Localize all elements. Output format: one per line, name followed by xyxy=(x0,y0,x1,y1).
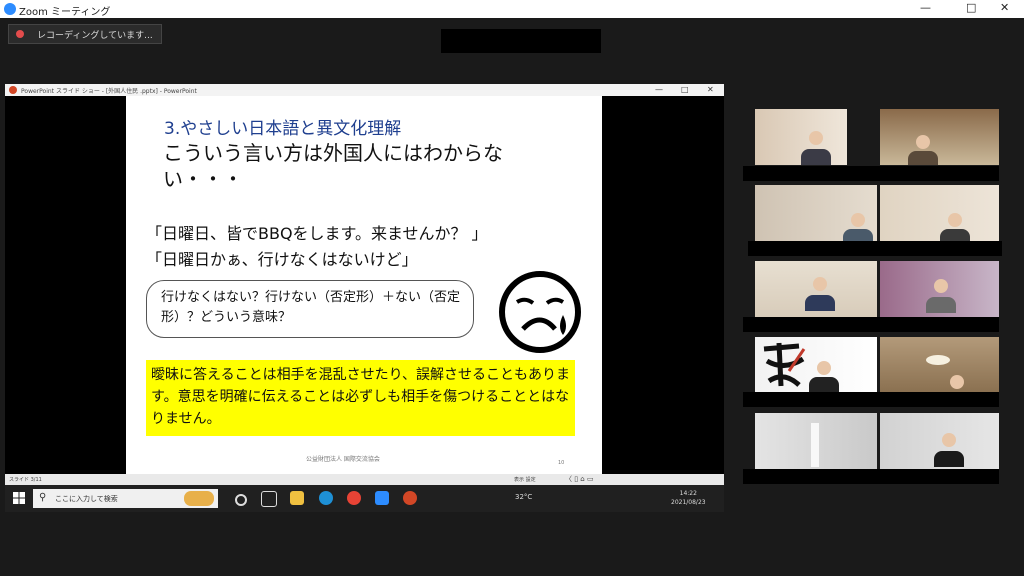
slide-page-number: 10 xyxy=(558,460,565,466)
zoom-logo-icon xyxy=(4,3,16,15)
windows-start-icon[interactable] xyxy=(13,492,25,504)
windows-taskbar: ⚲ ここに入力して検索 32°C 14:22 2021/08/23 xyxy=(5,485,724,512)
slide-heading: 3.やさしい日本語と異文化理解 xyxy=(164,119,402,139)
slide-counter: スライド 3/11 xyxy=(9,477,42,483)
search-icon: ⚲ xyxy=(39,492,47,503)
minimize-button[interactable]: — xyxy=(920,1,931,14)
weather-indicator[interactable]: 32°C xyxy=(515,493,532,501)
participant-tile[interactable] xyxy=(880,413,999,469)
bubble-text: 行けなくはない？行けない（否定形）＋ない（否定形）？どういう意味？ xyxy=(161,290,461,325)
slide-footnote: 公益財団法人 国際交流協会 xyxy=(306,456,380,463)
powerpoint-icon xyxy=(9,86,17,94)
quote-reply: 「日曜日かぁ、行けなくはないけど」 xyxy=(146,250,418,269)
slideshow-controls[interactable]: 〈 ▯ ⌂ ▭ xyxy=(565,474,594,484)
participant-tile[interactable] xyxy=(755,261,877,317)
record-icon xyxy=(16,30,24,38)
participant-tile[interactable] xyxy=(880,109,999,165)
calligraphy-background-icon xyxy=(763,342,806,387)
highlight-text: 曖昧に答えることは相手を混乱させたり、誤解させることもあります。意思を明確に伝え… xyxy=(151,367,571,427)
participant-tile[interactable] xyxy=(880,185,999,241)
shared-screen: PowerPoint スライド ショー - [外国人住民 .pptx] - Po… xyxy=(5,84,724,512)
zoom-app-icon[interactable] xyxy=(375,491,389,505)
recording-indicator[interactable]: レコーディングしています... xyxy=(8,24,162,44)
search-placeholder: ここに入力して検索 xyxy=(55,495,118,503)
participant-tile[interactable] xyxy=(755,185,877,241)
recording-label: レコーディングしています... xyxy=(37,31,153,41)
powerpoint-statusbar: スライド 3/11 表示 設定 〈 ▯ ⌂ ▭ xyxy=(5,474,724,485)
participant-tile[interactable] xyxy=(755,337,877,393)
redacted-name-bar xyxy=(743,469,999,484)
file-explorer-icon[interactable] xyxy=(290,491,304,505)
slide: 3.やさしい日本語と異文化理解 こういう言い方は外国人にはわからない・・・ 「日… xyxy=(126,96,602,474)
quote-invitation: 「日曜日、皆でBBQをします。来ませんか？ 」 xyxy=(146,224,488,243)
clock-date: 2021/08/23 xyxy=(671,499,706,506)
participant-tile[interactable] xyxy=(880,261,999,317)
taskbar-clock[interactable]: 14:22 2021/08/23 xyxy=(671,489,706,507)
taskbar-search-box[interactable]: ⚲ ここに入力して検索 xyxy=(33,489,218,508)
slide-subheading: こういう言い方は外国人にはわからない・・・ xyxy=(163,141,503,191)
clock-time: 14:22 xyxy=(679,490,697,497)
window-title: Zoom ミーティング xyxy=(19,7,111,18)
close-button[interactable]: ✕ xyxy=(1000,1,1009,14)
task-view-icon[interactable] xyxy=(261,491,277,507)
participant-tile[interactable] xyxy=(755,109,847,165)
zoom-titlebar: Zoom ミーティング — □ ✕ xyxy=(0,0,1024,18)
redacted-name-bar xyxy=(748,241,1002,256)
pp-maximize-button[interactable]: □ xyxy=(681,85,689,94)
redacted-speaker-name xyxy=(441,29,601,53)
maximize-button[interactable]: □ xyxy=(966,1,976,14)
participant-tile[interactable] xyxy=(880,337,999,393)
powerpoint-app-icon[interactable] xyxy=(403,491,417,505)
pp-minimize-button[interactable]: — xyxy=(655,85,663,94)
display-settings-button[interactable]: 表示 設定 xyxy=(514,476,536,483)
redacted-name-bar xyxy=(743,392,999,407)
redacted-name-bar xyxy=(743,317,999,332)
speech-bubble: 行けなくはない？行けない（否定形）＋ない（否定形）？どういう意味？ xyxy=(146,280,474,338)
confused-face-icon xyxy=(499,271,581,353)
search-highlight-icon xyxy=(184,491,214,506)
highlight-box: 曖昧に答えることは相手を混乱させたり、誤解させることもあります。意思を明確に伝え… xyxy=(146,360,575,436)
redacted-name-bar xyxy=(743,166,999,181)
participant-tile[interactable] xyxy=(755,413,877,469)
powerpoint-title: PowerPoint スライド ショー - [外国人住民 .pptx] - Po… xyxy=(21,88,197,95)
powerpoint-titlebar: PowerPoint スライド ショー - [外国人住民 .pptx] - Po… xyxy=(5,84,724,96)
chrome-icon[interactable] xyxy=(347,491,361,505)
pp-close-button[interactable]: ✕ xyxy=(707,85,714,94)
cortana-icon[interactable] xyxy=(235,494,247,506)
edge-icon[interactable] xyxy=(319,491,333,505)
